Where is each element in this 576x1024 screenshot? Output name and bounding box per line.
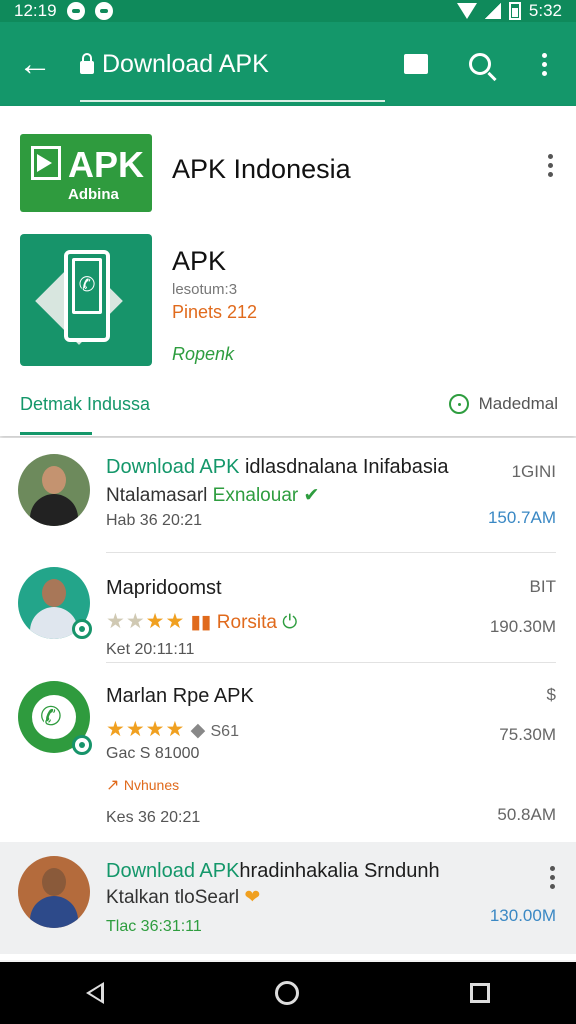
apk-logo: APK Adbina — [20, 134, 152, 212]
heart-check-icon: ✔ — [303, 485, 320, 506]
list-item-meta: Kes 36 20:21 — [106, 809, 201, 826]
status-badge — [72, 735, 92, 755]
list-item-note: ↗ Nvhunes — [106, 777, 180, 794]
list-item-rating: ★★★★ ▮▮ Rorsita ⏻ — [106, 610, 298, 633]
tag-icon: ▮▮ — [190, 612, 212, 633]
battery-icon — [508, 2, 521, 20]
list-item-rating: ★★★★ ◆ S61 — [106, 718, 239, 741]
card-title: APK Indonesia — [172, 154, 351, 184]
bookmark-icon — [404, 54, 428, 74]
search-field[interactable]: Download APK — [70, 22, 385, 106]
list-item[interactable]: Download APKhradinhakalia Srndunh Ktalka… — [0, 842, 576, 954]
list-item[interactable]: Mapridoomst ★★★★ ▮▮ Rorsita ⏻ Ket 20:11:… — [0, 553, 576, 661]
avatar — [18, 454, 90, 526]
search-icon — [469, 53, 491, 75]
nav-home-button[interactable] — [274, 981, 299, 1005]
system-nav-bar — [0, 962, 576, 1024]
list-item[interactable]: Download APK idlasdnalana Inifabasia Nta… — [0, 440, 576, 552]
list-item-title: Marlan Rpe APK — [106, 685, 254, 707]
notification-icon — [94, 2, 113, 20]
tab-indicator — [20, 432, 92, 435]
more-vert-icon — [541, 52, 547, 76]
phone-icon: ✆ — [64, 250, 110, 342]
logo-small-text: Adbina — [68, 186, 119, 203]
circle-home-icon — [274, 981, 299, 1005]
star-icon: ★★ — [106, 610, 146, 633]
power-icon: ⏻ — [282, 612, 298, 633]
notification-icon — [66, 2, 85, 20]
list-item-size: 150.7AM — [487, 508, 556, 527]
bookmark-button[interactable] — [384, 22, 448, 106]
tag-icon: ◆ — [190, 720, 206, 741]
avatar — [18, 856, 90, 928]
app-bar: ← Download APK — [0, 22, 576, 106]
more-vert-icon — [549, 866, 555, 892]
list-item-size: 50.8AM — [497, 805, 556, 824]
arrow-left-icon: ← — [18, 44, 52, 83]
nav-recents-button[interactable] — [470, 983, 491, 1003]
heart-icon: ❤ — [244, 887, 261, 908]
list-item-meta: Tlac 36:31:11 — [106, 918, 202, 935]
card-tab[interactable]: Detmak Indussa — [20, 394, 150, 415]
square-recents-icon — [470, 983, 491, 1003]
status-badge — [72, 619, 92, 639]
card-more-button[interactable] — [538, 154, 562, 180]
list-item-size: 190.30M — [489, 617, 556, 636]
app-subtitle: lesotum:3 — [172, 281, 238, 298]
list-item-meta: Gac S 81000 — [106, 745, 200, 762]
list-item-size: 130.00M — [489, 906, 556, 925]
nav-back-button[interactable] — [85, 982, 104, 1004]
open-link[interactable]: Ropenk — [172, 344, 234, 365]
apk-frame-icon — [31, 146, 61, 180]
status-time-right: 5:32 — [528, 1, 562, 20]
logo-big-text: APK — [68, 144, 145, 185]
trend-icon: ↗ — [106, 777, 120, 794]
search-underline — [80, 100, 385, 102]
list-item-right-top: BIT — [529, 577, 556, 596]
card-right-info[interactable]: Madedmal — [448, 394, 558, 414]
list-item-title: Mapridoomst — [106, 577, 222, 599]
back-button[interactable]: ← — [0, 22, 70, 106]
app-icon[interactable]: ✆ — [20, 234, 152, 366]
search-title: Download APK — [102, 49, 269, 78]
list-item-meta: Ket 20:11:11 — [106, 641, 195, 658]
card-right-label: Madedmal — [478, 394, 558, 413]
overflow-menu-button[interactable] — [512, 22, 576, 106]
clock-icon — [448, 394, 469, 414]
list-item-subtitle: Ntalamasarl Exnalouar ✔ — [106, 485, 320, 506]
app-card: APK Adbina APK Indonesia ✆ APK lesotum:3… — [0, 106, 576, 436]
app-points: Pinets 212 — [172, 302, 258, 322]
search-button[interactable] — [448, 22, 512, 106]
star-icon: ★★★★ — [106, 718, 186, 741]
star-icon: ★★ — [145, 610, 186, 633]
item-more-button[interactable] — [540, 866, 564, 892]
list-item[interactable]: ✆ Marlan Rpe APK ★★★★ ◆ S61 Gac S 81000 … — [0, 663, 576, 841]
more-vert-icon — [547, 154, 553, 180]
list-item-title: Download APK idlasdnalana Inifabasia — [106, 456, 449, 478]
list-item-meta: Hab 36 20:21 — [106, 512, 203, 529]
status-time-left: 12:19 — [14, 1, 57, 20]
lock-icon — [80, 52, 94, 74]
list-item-title: Download APKhradinhakalia Srndunh — [106, 860, 440, 882]
signal-icon — [484, 3, 501, 19]
triangle-back-icon — [85, 982, 104, 1004]
list-item-right-top: 1GINI — [511, 462, 556, 481]
list-item-right-top: $ — [546, 685, 556, 704]
app-name: APK — [172, 246, 227, 276]
list-item-size: 75.30M — [499, 725, 556, 744]
status-bar: 12:19 5:32 — [0, 0, 576, 22]
list-item-subtitle: Ktalkan tloSearl ❤ — [106, 887, 261, 908]
wifi-icon — [456, 3, 477, 19]
